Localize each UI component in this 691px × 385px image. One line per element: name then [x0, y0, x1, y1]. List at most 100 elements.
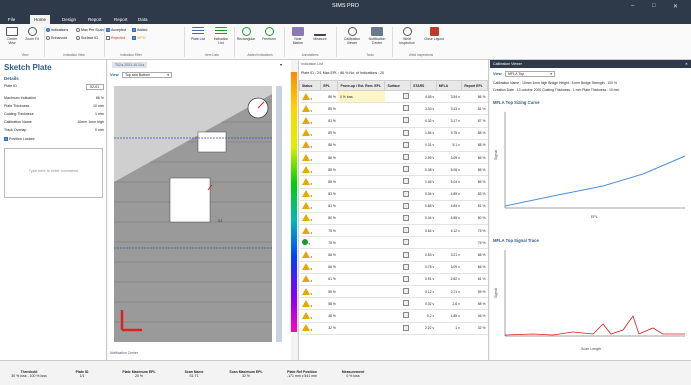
table-row[interactable]: ▾ 88 % 0.31 v 5.1 v 88 %: [299, 139, 488, 152]
tab-home[interactable]: Home: [30, 15, 51, 24]
chevron-down-icon[interactable]: ▾: [311, 121, 313, 125]
note-marker-button[interactable]: Note Marker: [290, 27, 306, 45]
col-stars[interactable]: STARS: [410, 80, 437, 91]
col-epl[interactable]: EPL: [320, 80, 339, 91]
radio-on-icon: [46, 28, 50, 32]
table-row[interactable]: ▾ 80 % 0.44 v 4.55 v 80 %: [299, 212, 488, 226]
table-row[interactable]: ▾ 86 % 0 % loss 4.45 v 3.54 v 86 %: [299, 90, 488, 104]
col-surface[interactable]: Surface: [384, 80, 412, 91]
calibration-viewer-button[interactable]: Calibration Viewer: [342, 27, 362, 45]
tab-data[interactable]: Data: [134, 15, 152, 24]
chevron-down-icon[interactable]: ▾: [311, 145, 313, 149]
report-epl-cell: 88 %: [461, 127, 488, 140]
chevron-down-icon[interactable]: ▾: [311, 255, 313, 259]
table-row[interactable]: ▾ 75 % 0.64 v 4.12 v 75 %: [299, 224, 488, 238]
table-row[interactable]: ▾ 61 % 0.91 v 2.82 v 61 %: [299, 273, 488, 287]
notification-center-button[interactable]: Notification Center: [366, 27, 388, 45]
table-row[interactable]: ▾ 86 % 2.99 v 3.09 v 86 %: [299, 151, 488, 165]
prove-up-cell: [337, 188, 385, 201]
chevron-down-icon[interactable]: ▾: [311, 194, 313, 198]
tab-design[interactable]: Design: [58, 15, 80, 24]
radio-indications[interactable]: Indications: [46, 28, 68, 32]
chevron-down-icon[interactable]: ▾: [311, 133, 313, 137]
zoom-fit-button[interactable]: Zoom Fit: [24, 27, 40, 41]
scroll-ruler[interactable]: [276, 86, 282, 342]
radio-enhanced[interactable]: Enhanced: [46, 36, 67, 40]
check-accepted[interactable]: Accepted: [106, 28, 126, 32]
col-report-epl[interactable]: Report EPL: [461, 80, 488, 91]
indication-list-button[interactable]: Indication List: [212, 27, 230, 45]
freeform-button[interactable]: Freeform: [260, 27, 278, 41]
chevron-down-icon[interactable]: ▾: [311, 316, 313, 320]
minimize-icon[interactable]: –: [631, 3, 634, 9]
table-row[interactable]: ▾ 68 % 0.53 v 3.21 v 68 %: [299, 248, 488, 262]
stars-cell: 0.64 v: [410, 224, 437, 238]
chevron-down-icon[interactable]: ▾: [311, 109, 313, 113]
plate-sketch[interactable]: 01: [108, 82, 291, 348]
col-status[interactable]: Status: [298, 80, 322, 91]
view-select[interactable]: Top and Bottom ▾: [122, 72, 172, 78]
plate-list-button[interactable]: Plate List: [190, 27, 206, 41]
plate-breadcrumb[interactable]: T02 ▸ 2021-10-14 ▸: [112, 62, 148, 68]
weld-inspection-button[interactable]: Weld Inspection: [396, 27, 418, 45]
measure-button[interactable]: Measure: [312, 27, 328, 41]
position-locked-checkbox[interactable]: Position Locked: [4, 137, 34, 141]
check-added[interactable]: Added: [132, 28, 147, 32]
warning-status-icon: [301, 116, 310, 124]
table-row[interactable]: ▾ 89 % 1.54 v 5.75 v 88 %: [299, 127, 488, 140]
notification-center-strip[interactable]: Notification Center: [110, 351, 138, 355]
table-row[interactable]: ▾ 85 % 0.38 v 5.06 v 85 %: [299, 163, 488, 177]
mfla-cell: 4.12 v: [436, 224, 462, 238]
table-row[interactable]: ▾ 59 % 0.12 v 2.71 v 59 %: [299, 285, 488, 299]
radio-max-per-scan[interactable]: Max Per Scan: [76, 28, 104, 32]
table-row[interactable]: ▾ 32 % 2.22 v1 v 32 %: [299, 322, 488, 335]
table-row[interactable]: ▾ 83 % 0.34 v 4.89 v 83 %: [299, 188, 488, 201]
tab-file[interactable]: File: [4, 15, 19, 24]
chevron-down-icon[interactable]: ▾: [311, 206, 313, 210]
col-prove-up[interactable]: Prove-up / Est. Rem. EPL: [337, 80, 386, 91]
cal-view-select[interactable]: MFLA Top ▾: [505, 71, 555, 77]
check-wfm[interactable]: WFM: [132, 36, 146, 40]
table-row[interactable]: ▾ 75 % 75 %: [299, 236, 488, 250]
tab-repair[interactable]: Report: [84, 15, 106, 24]
center-view-button[interactable]: Center View: [4, 27, 20, 45]
col-mfla[interactable]: MFLA: [435, 80, 463, 91]
maximize-icon[interactable]: □: [652, 3, 656, 9]
table-row[interactable]: ▾ 58 % 0.02 v 2.6 v 58 %: [299, 297, 488, 311]
field-coating-thickness: Coating Thickness 1 mm: [4, 112, 104, 116]
plate-list-label: Plate List: [191, 37, 205, 41]
chevron-down-icon[interactable]: ▾: [311, 328, 313, 332]
close-icon[interactable]: ✕: [673, 3, 678, 10]
close-layout-button[interactable]: Close Layout: [424, 27, 444, 41]
chevron-down-icon[interactable]: ▾: [311, 304, 313, 308]
chevron-down-icon[interactable]: ▾: [311, 292, 313, 296]
table-row[interactable]: ▾ 85 % 3.33 v 3.43 v 81 %: [299, 102, 488, 116]
chevron-down-icon[interactable]: ▾: [311, 279, 313, 283]
panel-close-icon[interactable]: ▾: [280, 62, 282, 67]
comments-textarea[interactable]: Type here to enter comments: [4, 148, 103, 198]
close-layout-label: Close Layout: [424, 37, 444, 41]
stars-cell: 0.32 v: [410, 114, 437, 128]
rectangular-button[interactable]: Rectangular: [236, 27, 256, 41]
chevron-down-icon[interactable]: ▾: [309, 242, 311, 246]
table-row[interactable]: ▾ 81 % 0.32 v 3.17 v 87 %: [299, 114, 488, 128]
table-row[interactable]: ▾ 46 % 0.2 v 1.85 v 46 %: [299, 309, 488, 323]
close-panel-icon[interactable]: ✕: [685, 62, 688, 66]
check-rejected[interactable]: Rejected: [106, 36, 125, 40]
warning-status-icon: [301, 311, 310, 319]
plate-id-input[interactable]: 02-01: [86, 84, 104, 90]
tab-report[interactable]: Report: [110, 15, 132, 24]
chevron-down-icon[interactable]: ▾: [311, 158, 313, 162]
chevron-down-icon[interactable]: ▾: [311, 170, 313, 174]
chevron-down-icon[interactable]: ▾: [311, 218, 313, 222]
prove-up-cell: [337, 151, 385, 165]
chevron-down-icon[interactable]: ▾: [311, 231, 313, 235]
table-row[interactable]: ▾ 81 % 0.68 v 4.84 v 81 %: [299, 200, 488, 213]
chevron-down-icon[interactable]: ▾: [311, 267, 313, 271]
chevron-down-icon[interactable]: ▾: [311, 182, 313, 186]
radio-surface-id[interactable]: Surface ID: [76, 36, 98, 40]
status-cell: ▾: [299, 114, 321, 128]
table-row[interactable]: ▾ 66 % 0.78 v 3.09 v 66 %: [299, 261, 488, 274]
table-row[interactable]: ▾ 85 % 1.46 v 5.04 v 85 %: [299, 175, 488, 189]
chevron-down-icon[interactable]: ▾: [311, 97, 313, 101]
